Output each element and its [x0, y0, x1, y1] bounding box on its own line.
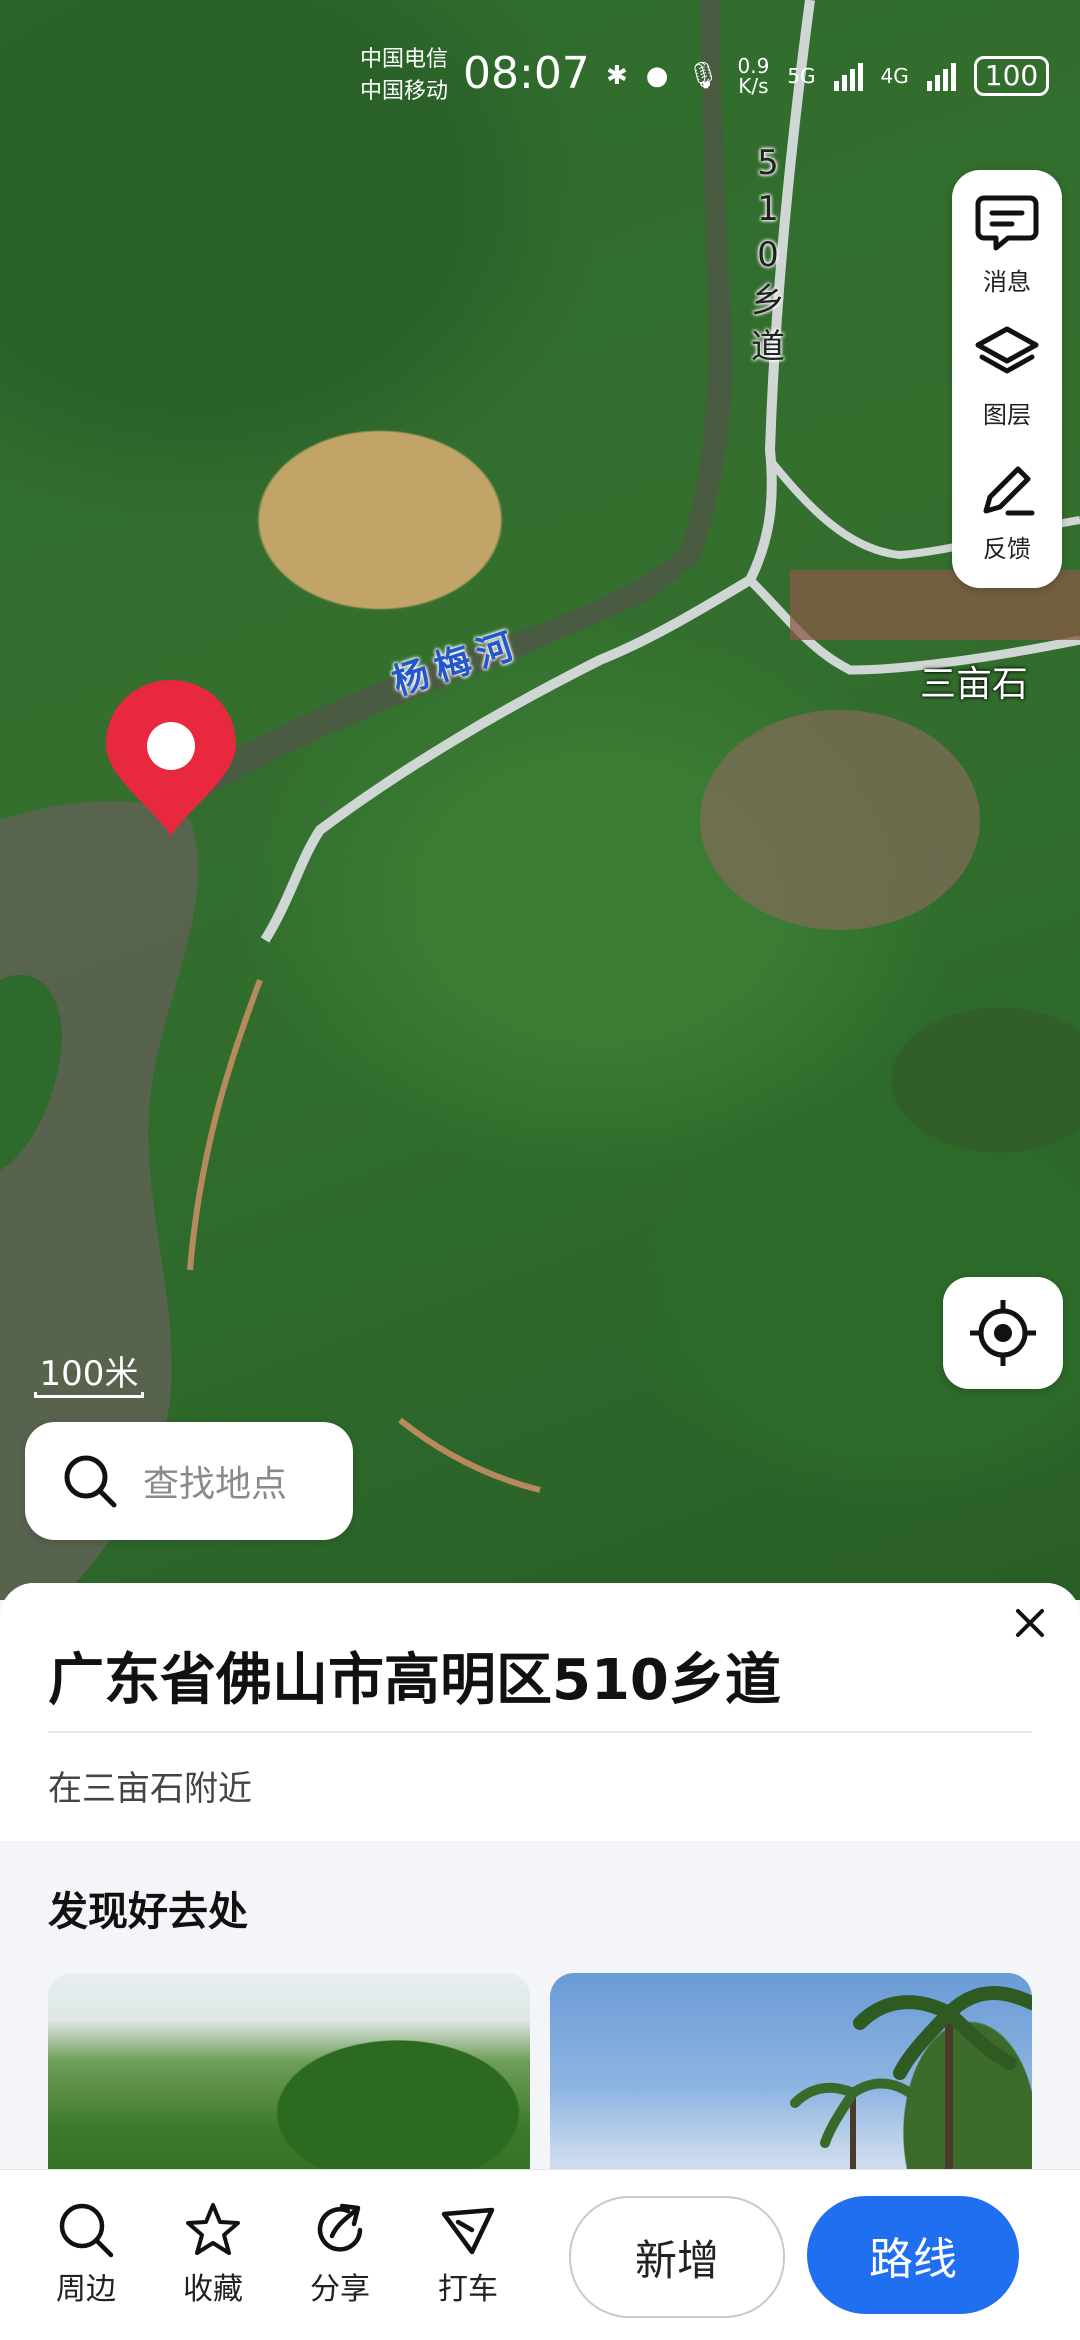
feedback-button[interactable]: 反馈 [952, 455, 1062, 588]
message-label: 消息 [983, 268, 1031, 296]
carrier-2: 中国移动 [360, 79, 449, 104]
net-speed-unit: K/s [738, 74, 769, 98]
location-icon: ● [645, 61, 669, 91]
carrier-1: 中国电信 [360, 47, 449, 72]
route-button[interactable]: 路线 [807, 2196, 1019, 2314]
discover-section-title: 发现好去处 [48, 1889, 248, 1935]
network-4g-label: 4G [880, 64, 909, 88]
taxi-icon [441, 2207, 495, 2255]
bluetooth-icon: ✱ [606, 61, 628, 91]
signal-4g-icon [926, 61, 956, 91]
add-button[interactable]: 新增 [569, 2196, 785, 2318]
feedback-pen-icon [983, 466, 1035, 516]
status-bar: 中国电信 中国移动 08:07 ✱ ● 🎙 0.9 K/s 5G 4G 100 [0, 0, 1080, 150]
map-controls: 消息 图层 反馈 [952, 170, 1062, 588]
net-speed-value: 0.9 [737, 54, 770, 78]
taxi-label: 打车 [438, 2272, 498, 2307]
palm-trees-image [790, 1986, 1032, 2173]
discover-card-2[interactable] [550, 1973, 1032, 2173]
carrier-labels: 中国电信 中国移动 [360, 44, 448, 108]
search-icon [64, 1455, 117, 1508]
layers-label: 图层 [983, 401, 1031, 430]
message-icon [975, 195, 1039, 251]
star-icon [186, 2203, 240, 2255]
taxi-button[interactable]: 打车 [418, 2200, 518, 2308]
layers-button[interactable]: 图层 [952, 321, 1062, 454]
satellite-map[interactable]: 中国电信 中国移动 08:07 ✱ ● 🎙 0.9 K/s 5G 4G 100 … [0, 0, 1080, 1600]
village-label[interactable]: 三亩石 [920, 655, 1028, 707]
signal-5g-icon [833, 61, 863, 91]
crosshair-icon [970, 1300, 1036, 1366]
close-icon[interactable] [1006, 1599, 1054, 1647]
clock: 08:07 [463, 48, 590, 99]
find-place-search[interactable]: 查找地点 [25, 1422, 353, 1540]
map-scale-label: 100米 [39, 1354, 139, 1394]
message-button[interactable]: 消息 [952, 188, 1062, 321]
place-title: 广东省佛山市高明区510乡道 [48, 1648, 781, 1713]
map-scale-bar [34, 1392, 144, 1398]
layers-icon [975, 326, 1039, 374]
nearby-button[interactable]: 周边 [36, 2200, 136, 2308]
search-placeholder: 查找地点 [143, 1464, 288, 1505]
locate-me-button[interactable] [943, 1277, 1063, 1389]
discover-card-1[interactable] [48, 1973, 530, 2173]
share-icon [317, 2203, 363, 2252]
road-label: 510乡道 [751, 143, 785, 367]
favorite-button[interactable]: 收藏 [163, 2200, 263, 2308]
location-pin-icon[interactable] [104, 678, 238, 838]
feedback-label: 反馈 [983, 534, 1031, 563]
net-speed: 0.9 K/s [738, 56, 770, 96]
place-subtitle: 在三亩石附近 [48, 1769, 252, 1809]
status-icons: ✱ ● 🎙 0.9 K/s 5G 4G 100 [606, 56, 1050, 96]
share-button[interactable]: 分享 [290, 2200, 390, 2308]
network-5g-label: 5G [787, 64, 816, 88]
nearby-label: 周边 [56, 2272, 116, 2307]
microphone-icon: 🎙 [686, 61, 720, 91]
divider [48, 1731, 1032, 1733]
place-detail-sheet: 广东省佛山市高明区510乡道 在三亩石附近 发现好去处 [0, 1583, 1080, 2173]
bottom-action-bar: 周边 收藏 分享 打车 新增 路线 [0, 2170, 1080, 2340]
battery-indicator: 100 [973, 56, 1050, 96]
search-icon [59, 2203, 114, 2258]
favorite-label: 收藏 [183, 2272, 243, 2307]
share-label: 分享 [310, 2272, 370, 2307]
place-header: 广东省佛山市高明区510乡道 在三亩石附近 [0, 1583, 1080, 1841]
